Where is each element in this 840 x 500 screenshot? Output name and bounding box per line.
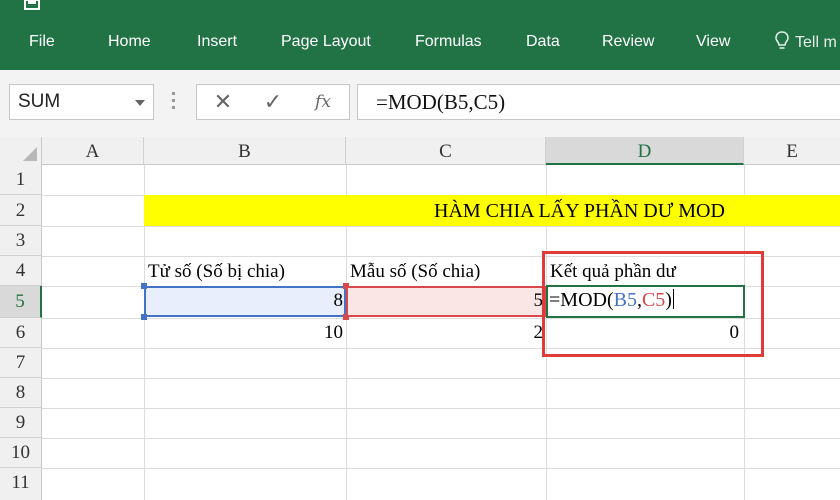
row-header-5[interactable]: 5: [0, 286, 42, 318]
tell-me-label: Tell m: [795, 34, 837, 51]
cell-c4[interactable]: Mẫu số (Số chia): [350, 261, 480, 283]
row-header-7[interactable]: 7: [0, 348, 42, 378]
column-header-c[interactable]: C: [346, 137, 546, 165]
range-handle[interactable]: [141, 283, 147, 289]
tab-page-layout[interactable]: Page Layout: [281, 32, 371, 54]
gridline: [42, 438, 840, 439]
row-header-3[interactable]: 3: [0, 226, 42, 256]
formula-text: =MOD(B5,C5): [376, 90, 506, 114]
formula-buttons: ✕ ✓ fx: [196, 84, 350, 120]
range-handle[interactable]: [141, 314, 147, 320]
cancel-icon[interactable]: ✕: [205, 85, 241, 119]
tab-home[interactable]: Home: [108, 32, 151, 54]
row-header-1[interactable]: 1: [0, 165, 42, 195]
row-header-2[interactable]: 2: [0, 195, 42, 226]
highlight-box: [542, 251, 764, 357]
tab-insert[interactable]: Insert: [197, 32, 237, 54]
select-all-corner[interactable]: [0, 137, 42, 165]
gridline: [42, 378, 840, 379]
tab-view[interactable]: View: [696, 32, 730, 54]
sheet-title: HÀM CHIA LẤY PHẦN DƯ MOD: [434, 200, 725, 222]
tab-file[interactable]: File: [29, 32, 55, 54]
name-box-value: SUM: [18, 91, 61, 112]
drag-handle-icon[interactable]: [172, 92, 176, 112]
row-header-4[interactable]: 4: [0, 256, 42, 286]
gridline: [42, 408, 840, 409]
row-header-10[interactable]: 10: [0, 438, 42, 468]
cell-b6[interactable]: 10: [150, 322, 343, 344]
insert-function-icon[interactable]: fx: [305, 85, 341, 119]
gridline: [42, 226, 840, 227]
tab-review[interactable]: Review: [602, 32, 654, 54]
column-header-b[interactable]: B: [144, 137, 346, 165]
cell-c5-value: 5: [533, 290, 544, 311]
tell-me-search[interactable]: Tell m: [775, 31, 837, 52]
cell-c6[interactable]: 2: [350, 322, 544, 344]
tab-data[interactable]: Data: [526, 32, 560, 54]
column-header-a[interactable]: A: [42, 137, 144, 165]
row-header-9[interactable]: 9: [0, 408, 42, 438]
name-box[interactable]: SUM: [9, 84, 154, 120]
ribbon: File Home Insert Page Layout Formulas Da…: [0, 0, 840, 70]
formula-input[interactable]: =MOD(B5,C5): [357, 84, 840, 120]
row-header-11[interactable]: 11: [0, 468, 42, 500]
row-header-6[interactable]: 6: [0, 318, 42, 348]
cell-b5-value: 8: [333, 290, 344, 311]
lightbulb-icon: [775, 31, 789, 51]
select-all-icon: [23, 147, 37, 161]
chevron-down-icon[interactable]: [135, 100, 145, 106]
column-header-d[interactable]: D: [546, 137, 744, 165]
column-header-e[interactable]: E: [744, 137, 840, 165]
tab-formulas[interactable]: Formulas: [415, 32, 482, 54]
cell-b4[interactable]: Tử số (Số bị chia): [148, 261, 285, 283]
row-header-8[interactable]: 8: [0, 378, 42, 408]
save-icon[interactable]: [24, 0, 40, 12]
enter-icon[interactable]: ✓: [255, 85, 291, 119]
gridline: [42, 468, 840, 469]
